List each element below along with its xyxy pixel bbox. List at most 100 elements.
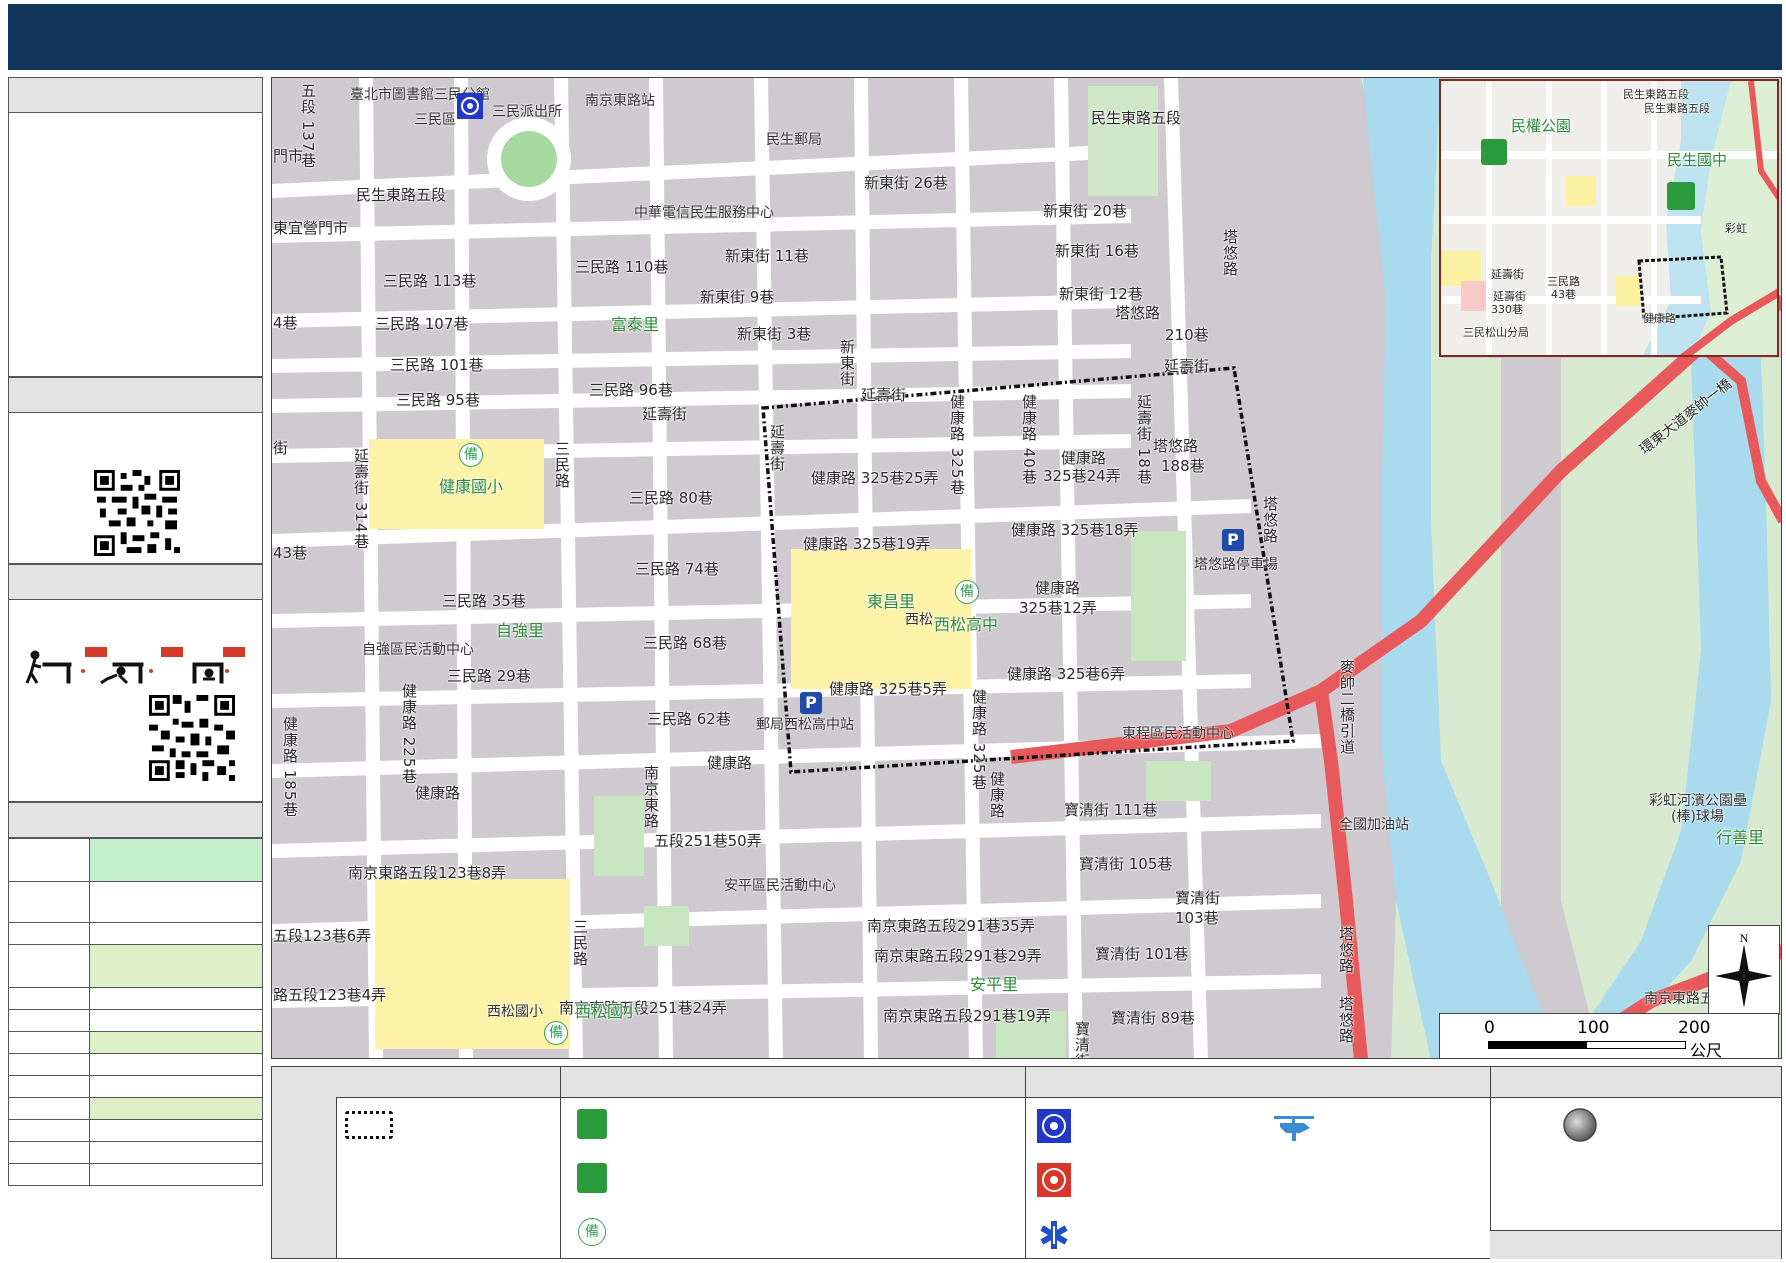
medical-icon xyxy=(1040,1221,1068,1249)
street-label: 健康路 325巷18弄 xyxy=(1011,521,1139,539)
scale-bar-white xyxy=(1586,1041,1686,1049)
street-label: 三民路 107巷 xyxy=(375,315,469,333)
table-row xyxy=(8,1119,263,1142)
street-label: 43巷 xyxy=(273,544,308,562)
poi-label: 自強區民活動中心 xyxy=(362,642,474,658)
table-row xyxy=(8,881,263,923)
table-row xyxy=(8,1141,263,1164)
street-label: 新東街 16巷 xyxy=(1055,242,1139,260)
scale-tick-200: 200 xyxy=(1678,1018,1711,1038)
street-label: 健康路 325巷 xyxy=(970,689,988,791)
street-label: 健康路 40巷 xyxy=(1020,394,1038,485)
street-label: 街 xyxy=(273,439,289,457)
street-label: 健康路 325巷19弄 xyxy=(803,535,931,553)
inset-label: 延壽街 xyxy=(1491,268,1524,281)
inset-label: 彩虹 xyxy=(1725,222,1747,235)
area-label: 自強里 xyxy=(496,621,545,640)
street-label: 民生東路五段 xyxy=(356,186,447,204)
area-label: 西松國小 xyxy=(575,1002,640,1021)
street-label: 寶清街 xyxy=(1175,889,1221,907)
inset-label: 43巷 xyxy=(1551,288,1576,301)
north-arrow: N xyxy=(1708,925,1780,1015)
street-label: 塔悠路 xyxy=(1221,229,1239,277)
street-label: 五段 137巷 xyxy=(299,83,317,169)
inset-label: 民生東路五段 xyxy=(1644,102,1710,115)
poi-label: 安平區民活動中心 xyxy=(724,878,836,894)
scale-bar: 0 100 200 公尺 xyxy=(1439,1013,1779,1060)
street-label: 三民路 96巷 xyxy=(589,381,673,399)
street-label: 南京東路五段123巷8弄 xyxy=(348,864,507,882)
area-label: 健康國小 xyxy=(439,477,504,496)
legend-col-divider xyxy=(1025,1067,1026,1258)
area-label: 東昌里 xyxy=(867,592,916,611)
street-label: 新東街 12巷 xyxy=(1059,285,1143,303)
street-label: 健康路 xyxy=(707,754,753,772)
street-label: 健康路 xyxy=(1061,449,1107,467)
street-label: 188巷 xyxy=(1161,457,1205,475)
inset-label: 三民路 xyxy=(1547,275,1580,288)
inset-label: 民生東路五段 xyxy=(1623,88,1689,101)
street-label: 三民路 xyxy=(553,441,571,489)
poi-label: 西松國小 xyxy=(487,1004,543,1020)
parking-icon: P xyxy=(1222,529,1244,551)
street-label: 健康路 185巷 xyxy=(281,716,299,818)
evacuation-shelter-icon xyxy=(1667,182,1695,210)
earthquake-panel-header xyxy=(9,565,262,600)
gray-circle-icon xyxy=(1563,1108,1597,1142)
evacuation-shelter-icon xyxy=(577,1109,607,1139)
qr-panel xyxy=(8,377,263,564)
scale-unit: 公尺 xyxy=(1690,1041,1723,1060)
street-label: 延壽街 xyxy=(642,405,688,423)
street-label: 寶清街 xyxy=(1073,1021,1091,1059)
description-panel xyxy=(8,77,263,377)
poi-label: 民生郵局 xyxy=(766,132,822,148)
poi-label: 郵局西松高中站 xyxy=(756,717,854,733)
street-label: 三民路 35巷 xyxy=(442,592,526,610)
street-label: 新東街 xyxy=(838,339,856,387)
street-label: 4巷 xyxy=(273,314,298,332)
area-label: 行善里 xyxy=(1716,828,1765,847)
table-row xyxy=(8,922,263,945)
street-label: 健康路 325巷6弄 xyxy=(1007,665,1125,683)
poi-label: 南京東路站 xyxy=(585,93,655,109)
street-label: 路五段123巷4弄 xyxy=(273,986,387,1004)
area-label: 西松高中 xyxy=(934,615,999,634)
street-label: 三民路 68巷 xyxy=(643,634,727,652)
street-label: 三民路 74巷 xyxy=(635,560,719,578)
inset-label: 民權公園 xyxy=(1511,117,1572,135)
info-table-header xyxy=(8,802,263,838)
street-label: 延壽街 xyxy=(861,386,907,404)
street-label: 三民路 80巷 xyxy=(629,489,713,507)
table-row xyxy=(8,1163,263,1186)
area-label: 安平里 xyxy=(970,975,1019,994)
poi-label: 三民派出所 xyxy=(492,104,562,120)
street-label: 塔悠路 xyxy=(1337,996,1355,1044)
street-label: 新東街 9巷 xyxy=(700,288,775,306)
shelter-icon: 備 xyxy=(955,580,979,604)
poi-label: 彩虹河濱公園壘 xyxy=(1649,793,1747,809)
street-label: 健康路 325巷25弄 xyxy=(811,469,939,487)
street-label: 南京東路五段291巷19弄 xyxy=(883,1007,1051,1025)
compass-icon: N xyxy=(1715,931,1773,1008)
qr-code-icon xyxy=(94,470,180,556)
poi-label: 中華電信民生服務中心 xyxy=(634,205,774,221)
street-label: 南京東路五段291巷29弄 xyxy=(874,947,1042,965)
poi-label: 西松 xyxy=(905,612,933,628)
street-label: 五段251巷50弄 xyxy=(654,832,762,850)
poi-label: 全國加油站 xyxy=(1339,817,1409,833)
area-label: 富泰里 xyxy=(611,315,660,334)
poi-label: 三民區 xyxy=(414,112,456,128)
street-label: 延壽街 18巷 xyxy=(1135,394,1153,485)
north-label: N xyxy=(1740,931,1749,945)
street-label: 三民路 62巷 xyxy=(647,710,731,728)
street-label: 塔悠路 xyxy=(1115,304,1161,322)
street-label: 新東街 11巷 xyxy=(725,247,809,265)
helicopter-icon xyxy=(1274,1116,1314,1141)
street-label: 三民路 110巷 xyxy=(575,258,669,276)
street-label: 健康路 325巷5弄 xyxy=(829,680,947,698)
street-label: 325巷12弄 xyxy=(1019,599,1097,617)
police-icon xyxy=(1037,1109,1071,1143)
info-table xyxy=(8,838,263,1186)
parking-icon: P xyxy=(800,692,822,714)
location-inset-map: 民權公園 民生國中 民生東路五段 民生東路五段 延壽街 三民路 43巷 延壽街 330巷 三民松山… xyxy=(1439,79,1779,357)
